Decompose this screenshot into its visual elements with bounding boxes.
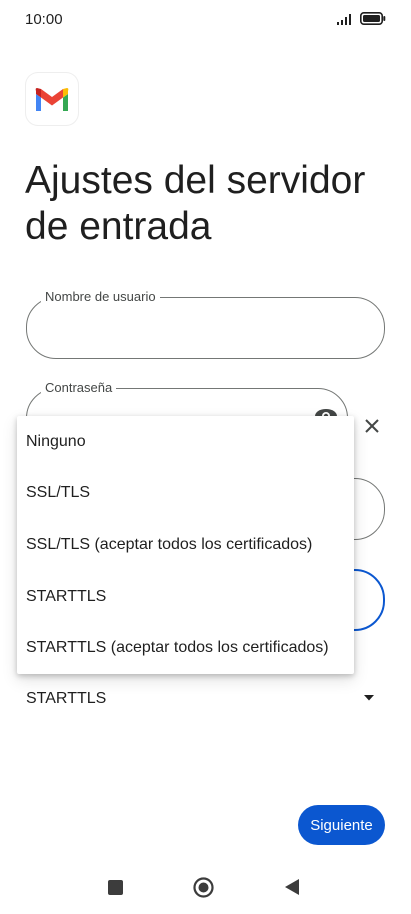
system-nav-bar: [0, 864, 411, 914]
username-field[interactable]: Nombre de usuario: [26, 289, 385, 359]
option-ssl-tls-accept-all[interactable]: SSL/TLS (aceptar todos los certificados): [17, 519, 354, 571]
next-button[interactable]: Siguiente: [298, 805, 385, 845]
option-ssl-tls[interactable]: SSL/TLS: [17, 468, 354, 520]
status-icons: [336, 12, 386, 30]
close-icon[interactable]: [362, 416, 382, 436]
username-label: Nombre de usuario: [41, 289, 160, 305]
password-label: Contraseña: [41, 380, 117, 396]
security-type-select[interactable]: STARTTLS: [26, 690, 106, 708]
status-time: 10:00: [25, 11, 63, 28]
battery-icon: [360, 12, 386, 30]
signal-icon: [336, 12, 354, 30]
option-starttls-accept-all[interactable]: STARTTLS (aceptar todos los certificados…: [17, 622, 354, 674]
security-options-menu: Ninguno SSL/TLS SSL/TLS (aceptar todos l…: [17, 416, 354, 674]
screen: 10:00 Ajustes del servidor de entrada No…: [0, 0, 411, 914]
recents-square-icon[interactable]: [108, 880, 123, 895]
option-starttls[interactable]: STARTTLS: [17, 571, 354, 623]
home-circle-icon[interactable]: [193, 877, 214, 898]
back-triangle-icon[interactable]: [284, 878, 300, 896]
page-title: Ajustes del servidor de entrada: [25, 159, 366, 248]
gmail-logo-icon: [26, 73, 78, 125]
status-bar: 10:00: [0, 0, 411, 40]
dropdown-arrow-icon[interactable]: [363, 689, 375, 701]
option-ninguno[interactable]: Ninguno: [17, 416, 354, 468]
